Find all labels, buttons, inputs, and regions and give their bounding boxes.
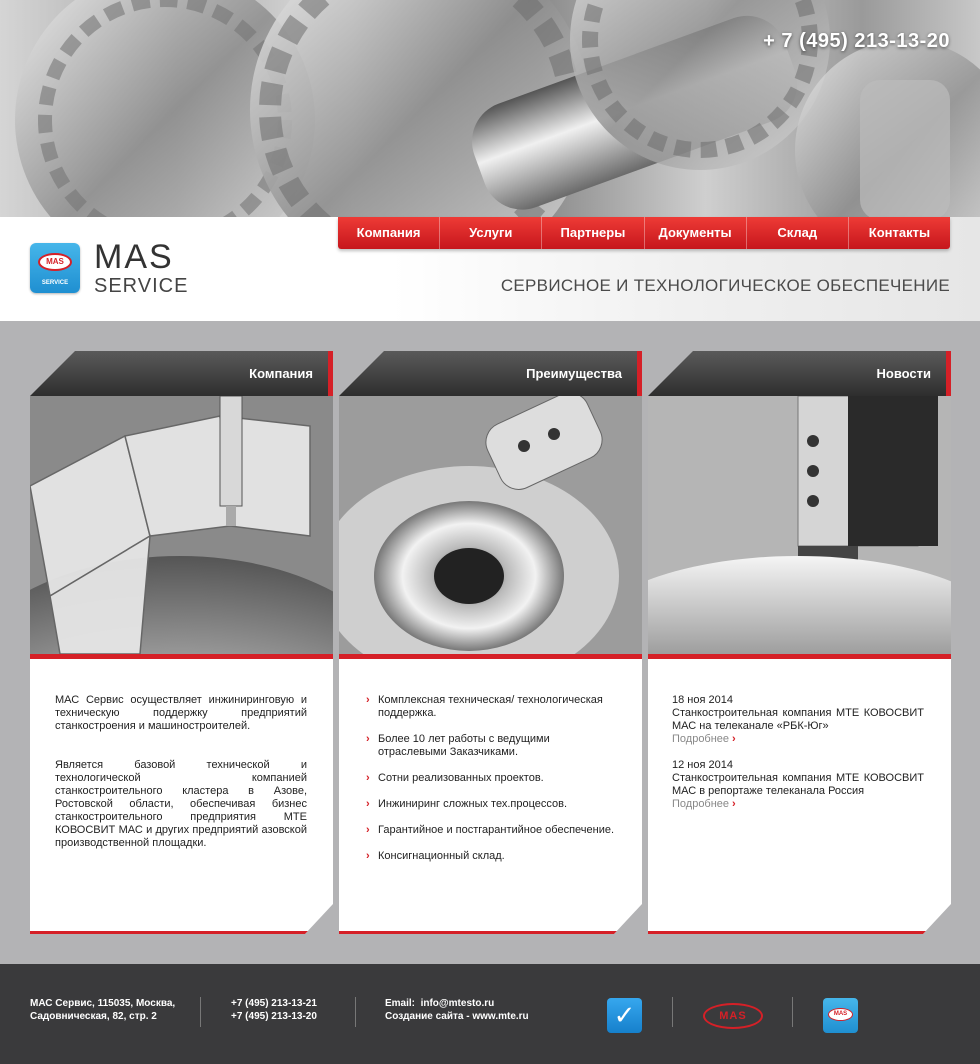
card-advantages: Преимущества › Комплексная техническая/ т… xyxy=(339,351,642,934)
mas-logo-icon[interactable]: MAS xyxy=(703,1003,763,1029)
checkmark-icon[interactable]: ✓ xyxy=(607,998,642,1033)
arrow-right-icon: › xyxy=(366,694,370,706)
arrow-right-icon: › xyxy=(366,850,370,862)
card-company: Компания МАС Сервис осуществляет инжинир… xyxy=(30,351,333,934)
header-phone[interactable]: + 7 (495) 213-13-20 xyxy=(763,30,950,53)
footer-divider xyxy=(792,997,793,1027)
main-nav: Компания Услуги Партнеры Документы Склад… xyxy=(338,217,950,249)
footer-divider xyxy=(200,997,201,1027)
footer-phone[interactable]: +7 (495) 213-13-21 xyxy=(231,997,317,1010)
list-item: › Гарантийное и постгарантийное обеспечен… xyxy=(366,824,615,836)
news-title[interactable]: Станкостроительная компания МТЕ КОВОСВИТ… xyxy=(672,772,924,798)
arrow-right-icon: › xyxy=(732,798,736,810)
site-logo[interactable]: MAS SERVICE MAS SERVICE xyxy=(30,238,189,297)
footer-divider xyxy=(355,997,356,1027)
nav-item-company[interactable]: Компания xyxy=(338,217,441,249)
advantages-list: › Комплексная техническая/ технологическа… xyxy=(366,694,621,876)
list-item: › Консигнационный склад. xyxy=(366,850,505,862)
list-item: › Более 10 лет работы с ведущими отраслев… xyxy=(366,733,550,758)
footer-phones: +7 (495) 213-13-21 +7 (495) 213-13-20 xyxy=(231,997,317,1023)
nav-item-partners[interactable]: Партнеры xyxy=(542,217,645,249)
arrow-right-icon: › xyxy=(366,733,370,745)
about-paragraph: Является базовой технической и технологи… xyxy=(55,759,307,849)
logo-subtitle: SERVICE xyxy=(94,275,189,297)
news-date: 18 ноя 2014 xyxy=(672,694,733,706)
nav-item-services[interactable]: Услуги xyxy=(440,217,543,249)
card-title: Преимущества xyxy=(339,351,642,396)
list-item: › Инжиниринг сложных тех.процессов. xyxy=(366,798,568,810)
arrow-right-icon: › xyxy=(366,824,370,836)
news-item: 18 ноя 2014 Станкостроительная компания … xyxy=(672,694,924,746)
card-title: Новости xyxy=(648,351,951,396)
footer-phone[interactable]: +7 (495) 213-13-20 xyxy=(231,1010,317,1023)
news-item: 12 ноя 2014 Станкостроительная компания … xyxy=(672,759,924,811)
hero-banner: + 7 (495) 213-13-20 xyxy=(0,0,980,217)
arrow-right-icon: › xyxy=(366,798,370,810)
news-date: 12 ноя 2014 xyxy=(672,759,733,771)
nav-item-documents[interactable]: Документы xyxy=(645,217,747,249)
list-item: › Комплексная техническая/ технологическа… xyxy=(366,694,603,719)
mas-logo-icon[interactable]: MAS xyxy=(823,998,858,1033)
nav-item-warehouse[interactable]: Склад xyxy=(747,217,849,249)
card-image-part xyxy=(339,396,642,654)
read-more-link[interactable]: Подробнее › xyxy=(672,733,736,746)
footer-email-link[interactable]: info@mtesto.ru xyxy=(421,998,495,1009)
news-list: 18 ноя 2014 Станкостроительная компания … xyxy=(672,694,924,824)
card-title: Компания xyxy=(30,351,333,396)
card-image-machine xyxy=(648,396,951,654)
logo-title: MAS xyxy=(94,238,174,276)
mas-logo-icon: MAS SERVICE xyxy=(30,243,80,293)
card-body: 18 ноя 2014 Станкостроительная компания … xyxy=(648,654,951,934)
nav-item-contacts[interactable]: Контакты xyxy=(849,217,950,249)
footer-address: МАС Сервис, 115035, Москва, Садовническа… xyxy=(30,998,176,1022)
site-tagline: СЕРВИСНОЕ И ТЕХНОЛОГИЧЕСКОЕ ОБЕСПЕЧЕНИЕ xyxy=(500,276,950,295)
arrow-right-icon: › xyxy=(366,772,370,784)
news-title[interactable]: Станкостроительная компания МТЕ КОВОСВИТ… xyxy=(672,707,924,733)
footer-divider xyxy=(672,997,673,1027)
about-paragraph: МАС Сервис осуществляет инжиниринговую и… xyxy=(55,694,307,732)
card-image-turbine xyxy=(30,396,333,654)
card-body: › Комплексная техническая/ технологическа… xyxy=(339,654,642,934)
footer-contacts: Email: info@mtesto.ru Создание сайта - w… xyxy=(385,998,529,1022)
card-body: МАС Сервис осуществляет инжиниринговую и… xyxy=(30,654,333,934)
card-news: Новости 18 ноя 2014 Станкостроительная к… xyxy=(648,351,951,934)
list-item: › Сотни реализованных проектов. xyxy=(366,772,544,784)
arrow-right-icon: › xyxy=(732,733,736,745)
footer-developer-link[interactable]: www.mte.ru xyxy=(472,1011,528,1022)
read-more-link[interactable]: Подробнее › xyxy=(672,798,736,811)
